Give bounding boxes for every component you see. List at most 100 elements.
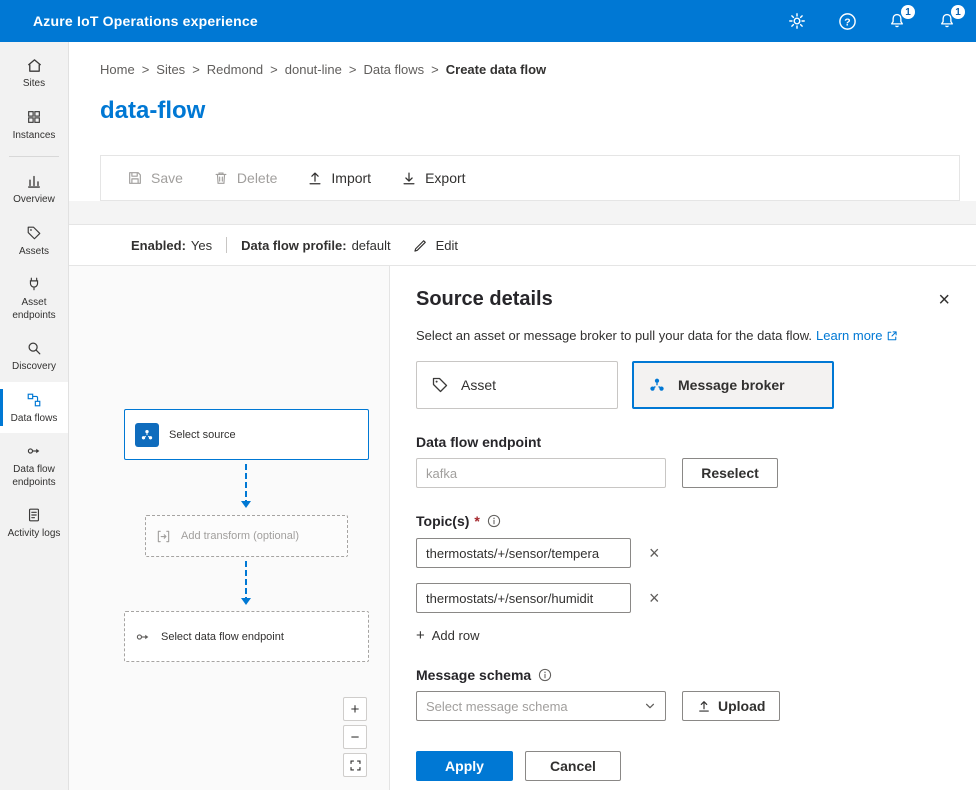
sidebar-item-asset-endpoints[interactable]: Asset endpoints (0, 266, 68, 330)
page-title: data-flow (100, 96, 976, 126)
breadcrumb-donut-line[interactable]: donut-line (285, 62, 342, 77)
topbar-actions: ? 1 (786, 10, 958, 32)
sidebar-item-discovery[interactable]: Discovery (0, 330, 68, 382)
endpoint-input[interactable] (416, 458, 666, 488)
source-node-chip (135, 423, 159, 447)
alerts-button[interactable]: 1 (886, 10, 908, 32)
required-marker: * (474, 513, 479, 529)
sidebar-item-assets[interactable]: Assets (0, 215, 68, 267)
endpoint-field-label: Data flow endpoint (416, 434, 956, 450)
status-divider (226, 237, 227, 253)
zoom-in-button[interactable]: + (343, 697, 367, 721)
breadcrumb: Home > Sites > Redmond > donut-line > Da… (69, 42, 976, 77)
message-broker-icon (140, 428, 154, 442)
close-icon[interactable]: × (932, 288, 956, 312)
cancel-button[interactable]: Cancel (525, 751, 621, 781)
activity-logs-icon (25, 506, 43, 524)
profile-label: Data flow profile: (241, 238, 346, 253)
asset-icon (431, 376, 449, 394)
asset-option[interactable]: Asset (416, 361, 618, 409)
info-icon[interactable] (487, 514, 501, 528)
source-details-panel: Source details × Select an asset or mess… (390, 266, 976, 790)
asset-endpoints-icon (25, 275, 43, 293)
settings-button[interactable] (786, 10, 808, 32)
schema-placeholder: Select message schema (426, 699, 568, 714)
learn-more-link[interactable]: Learn more (816, 328, 898, 343)
save-button[interactable]: Save (115, 164, 195, 192)
pencil-icon (413, 237, 429, 253)
info-icon[interactable] (538, 668, 552, 682)
export-button[interactable]: Export (389, 164, 477, 192)
message-broker-icon (648, 376, 666, 394)
left-nav: Sites Instances Overview Assets (0, 42, 69, 790)
help-button[interactable]: ? (836, 10, 858, 32)
import-arrow-icon (307, 170, 323, 186)
discovery-icon (25, 339, 43, 357)
sidebar-item-data-flow-endpoints[interactable]: Data flow endpoints (0, 433, 68, 497)
add-row-button[interactable]: + Add row (416, 628, 479, 643)
sidebar-divider (9, 156, 59, 157)
profile-value: default (352, 238, 391, 253)
delete-button[interactable]: Delete (201, 164, 289, 192)
fit-to-screen-icon (349, 759, 362, 772)
notification-count-badge: 1 (951, 5, 965, 19)
apply-button[interactable]: Apply (416, 751, 513, 781)
breadcrumb-redmond[interactable]: Redmond (207, 62, 263, 77)
plus-icon: + (416, 628, 425, 643)
delete-row-icon[interactable]: × (644, 542, 665, 564)
zoom-controls: + − (343, 697, 367, 777)
help-icon: ? (838, 12, 857, 31)
external-link-icon (886, 330, 898, 342)
chevron-down-icon (644, 700, 656, 712)
zoom-out-button[interactable]: − (343, 725, 367, 749)
breadcrumb-separator: > (431, 62, 439, 77)
overview-icon (25, 172, 43, 190)
transform-node-label: Add transform (optional) (181, 530, 299, 542)
reselect-button[interactable]: Reselect (682, 458, 778, 488)
panel-title: Source details (416, 288, 553, 311)
breadcrumb-home[interactable]: Home (100, 62, 135, 77)
topic-input-2[interactable] (416, 583, 631, 613)
sidebar-item-instances[interactable]: Instances (0, 99, 68, 151)
notifications-button[interactable]: 1 (936, 10, 958, 32)
flow-connector-arrow (245, 561, 247, 603)
select-source-node[interactable]: Select source (124, 409, 369, 460)
source-type-options: Asset Message broker (416, 361, 956, 409)
upload-button[interactable]: Upload (682, 691, 780, 721)
breadcrumb-separator: > (142, 62, 150, 77)
sidebar-item-data-flows[interactable]: Data flows (0, 382, 68, 434)
flow-canvas[interactable]: Select source Add transform (optional) (69, 266, 390, 790)
topics-field-label: Topic(s) * (416, 513, 956, 529)
edit-button[interactable]: Edit (413, 237, 458, 253)
add-transform-node[interactable]: Add transform (optional) (145, 515, 348, 557)
sidebar-item-sites[interactable]: Sites (0, 47, 68, 99)
export-arrow-icon (401, 170, 417, 186)
breadcrumb-sites[interactable]: Sites (156, 62, 185, 77)
fit-to-screen-button[interactable] (343, 753, 367, 777)
delete-row-icon[interactable]: × (644, 587, 665, 609)
import-button[interactable]: Import (295, 164, 383, 192)
data-flow-endpoints-icon (25, 442, 43, 460)
breadcrumb-data-flows[interactable]: Data flows (363, 62, 424, 77)
breadcrumb-create-data-flow: Create data flow (446, 62, 546, 77)
select-endpoint-node[interactable]: Select data flow endpoint (124, 611, 369, 662)
upload-icon (697, 699, 711, 713)
endpoint-node-label: Select data flow endpoint (161, 631, 284, 643)
status-bar: Enabled: Yes Data flow profile: default … (69, 225, 976, 266)
enabled-value: Yes (191, 238, 212, 253)
app-title: Azure IoT Operations experience (33, 13, 258, 29)
sidebar-item-overview[interactable]: Overview (0, 163, 68, 215)
message-broker-option[interactable]: Message broker (632, 361, 834, 409)
panel-actions: Apply Cancel (416, 751, 956, 781)
save-icon (127, 170, 143, 186)
schema-field-label: Message schema (416, 667, 956, 683)
endpoint-icon (135, 629, 151, 645)
panel-description: Select an asset or message broker to pul… (416, 328, 956, 343)
topic-input-1[interactable] (416, 538, 631, 568)
breadcrumb-separator: > (270, 62, 278, 77)
sidebar-item-activity-logs[interactable]: Activity logs (0, 497, 68, 549)
assets-icon (25, 224, 43, 242)
message-schema-dropdown[interactable]: Select message schema (416, 691, 666, 721)
alert-count-badge: 1 (901, 5, 915, 19)
svg-text:?: ? (844, 17, 850, 28)
